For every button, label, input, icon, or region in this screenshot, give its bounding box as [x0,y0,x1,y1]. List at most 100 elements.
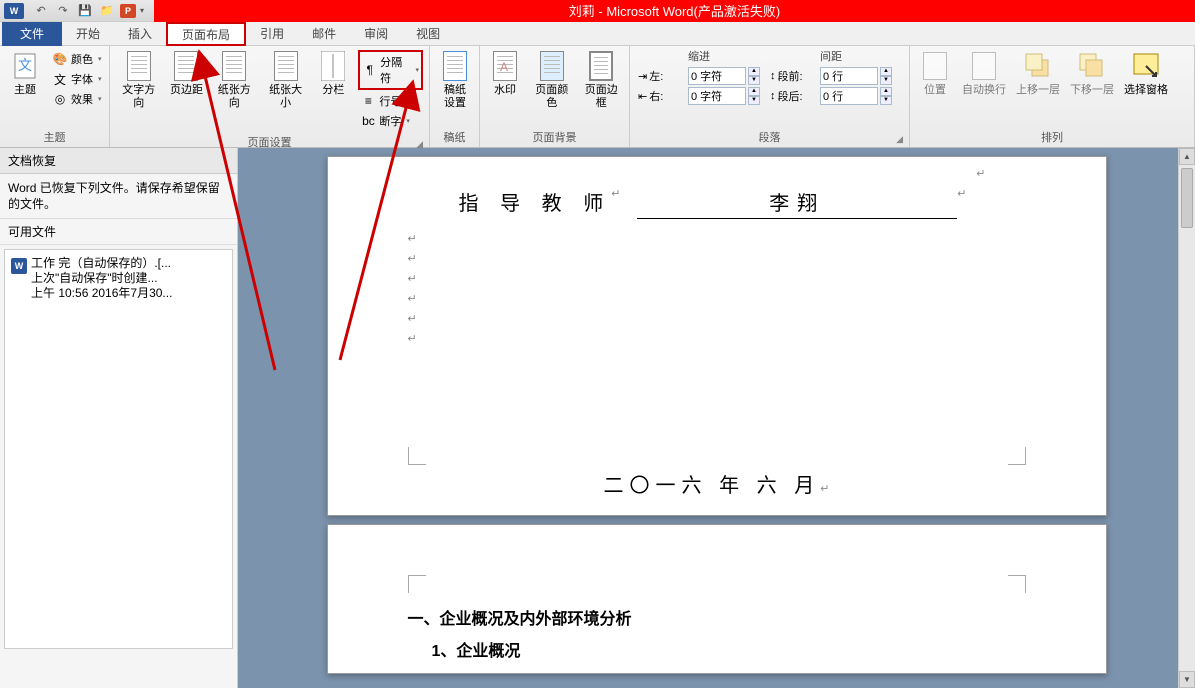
hyphenation-button[interactable]: bc断字▾ [358,112,423,130]
theme-effects-button[interactable]: ◎效果▾ [50,90,110,108]
theme-button[interactable]: 文 主题 [4,48,46,99]
save-button[interactable]: 💾 [76,2,94,20]
svg-text:文: 文 [18,57,32,73]
tab-view[interactable]: 视图 [402,22,454,46]
title-bar: W ↶ ↷ 💾 📁 P ▾ 刘莉 - Microsoft Word(产品激活失败… [0,0,1195,22]
document-area[interactable]: ↵ 指 导 教 师 ↵ 李翔 ↵ ↵ ↵ ↵ ↵ ↵ ↵ 二〇一六 年 六 月↵ [238,148,1195,688]
text-direction-icon [123,50,155,82]
group-paper: 稿纸 设置 稿纸 [430,46,480,147]
page2-heading2: 1、企业概况 [408,637,1026,661]
space-before-up[interactable]: ▲ [880,67,892,76]
document-page-1: ↵ 指 导 教 师 ↵ 李翔 ↵ ↵ ↵ ↵ ↵ ↵ ↵ 二〇一六 年 六 月↵ [327,156,1107,516]
theme-fonts-button[interactable]: 文字体▾ [50,70,110,88]
theme-colors-button[interactable]: 🎨颜色▾ [50,50,110,68]
hyphenation-icon: bc [360,113,376,129]
indent-left-input[interactable] [688,67,746,85]
word-app-icon: W [4,3,24,19]
group-paragraph: 缩进 ⇥左:▲▼ ⇤右:▲▼ 间距 ↕段前:▲▼ ↕段后:▲▼ 段落◢ [630,46,910,147]
selection-pane-icon [1130,50,1162,82]
scroll-up-button[interactable]: ▲ [1179,148,1195,165]
ribbon: 文 主题 🎨颜色▾ 文字体▾ ◎效果▾ 主题 文字方向 页边距 纸张方向 纸张大… [0,46,1195,148]
space-after-icon: ↕ [770,90,776,102]
group-arrange-label: 排列 [914,127,1190,147]
word-file-icon: W [11,258,27,274]
document-date: 二〇一六 年 六 月↵ [388,469,1046,498]
line-numbers-icon: ≡ [360,93,376,109]
tab-page-layout[interactable]: 页面布局 [166,22,246,46]
page-color-button[interactable]: 页面颜色 [528,48,576,112]
columns-button[interactable]: 分栏 [312,48,354,99]
selection-pane-button[interactable]: 选择窗格 [1120,48,1172,99]
forward-icon [1022,50,1054,82]
margin-corner-tr [1008,575,1026,593]
breaks-button[interactable]: ¶分隔符▾ [358,50,423,90]
position-button[interactable]: 位置 [914,48,956,99]
tab-references[interactable]: 引用 [246,22,298,46]
wrap-icon [968,50,1000,82]
vertical-scrollbar[interactable]: ▲ ▼ [1178,148,1195,688]
main-area: 文档恢复 Word 已恢复下列文件。请保存希望保留的文件。 可用文件 W 工作 … [0,148,1195,688]
space-after-up[interactable]: ▲ [880,87,892,96]
window-title: 刘莉 - Microsoft Word(产品激活失败) [154,0,1195,22]
send-backward-button[interactable]: 下移一层 [1066,48,1118,99]
text-direction-button[interactable]: 文字方向 [114,48,163,112]
space-before-icon: ↕ [770,70,776,82]
margin-corner-bl [408,447,426,465]
redo-button[interactable]: ↷ [54,2,72,20]
group-background: A水印 页面颜色 页面边框 页面背景 [480,46,630,147]
theme-icon: 文 [9,50,41,82]
open-button[interactable]: 📁 [98,2,116,20]
margin-corner-tl [408,575,426,593]
paper-icon [439,50,471,82]
recovery-list: W 工作 完（自动保存的）.[... 上次"自动保存"时创建... 上午 10:… [4,249,233,649]
group-theme-label: 主题 [4,127,105,147]
page-border-icon [585,50,617,82]
position-icon [919,50,951,82]
indent-right-input[interactable] [688,87,746,105]
tab-file[interactable]: 文件 [2,22,62,46]
page-color-icon [536,50,568,82]
breaks-icon: ¶ [362,62,377,78]
tab-review[interactable]: 审阅 [350,22,402,46]
page2-heading1: 一、企业概况及内外部环境分析 [408,605,1026,629]
group-background-label: 页面背景 [484,127,625,147]
space-after-down[interactable]: ▼ [880,96,892,105]
indent-left-down[interactable]: ▼ [748,76,760,85]
fonts-icon: 文 [52,71,68,87]
wrap-text-button[interactable]: 自动换行 [958,48,1010,99]
line-numbers-button[interactable]: ≡行号▾ [358,92,423,110]
paragraph-launcher[interactable]: ◢ [896,134,903,145]
page-border-button[interactable]: 页面边框 [578,48,626,112]
recovery-item-line3: 上午 10:56 2016年7月30... [31,286,172,301]
recovery-item[interactable]: W 工作 完（自动保存的）.[... 上次"自动保存"时创建... 上午 10:… [9,254,228,303]
indent-right-down[interactable]: ▼ [748,96,760,105]
scroll-down-button[interactable]: ▼ [1179,671,1195,688]
tab-insert[interactable]: 插入 [114,22,166,46]
watermark-icon: A [489,50,521,82]
effects-icon: ◎ [52,91,68,107]
space-before-down[interactable]: ▼ [880,76,892,85]
undo-button[interactable]: ↶ [32,2,50,20]
group-theme: 文 主题 🎨颜色▾ 文字体▾ ◎效果▾ 主题 [0,46,110,147]
space-after-input[interactable] [820,87,878,105]
orientation-button[interactable]: 纸张方向 [209,48,258,112]
space-before-input[interactable] [820,67,878,85]
recovery-message: Word 已恢复下列文件。请保存希望保留的文件。 [0,174,237,218]
columns-icon [317,50,349,82]
qat-dropdown[interactable]: ▾ [140,6,150,15]
watermark-button[interactable]: A水印 [484,48,526,99]
margins-button[interactable]: 页边距 [165,48,207,99]
scroll-thumb[interactable] [1181,168,1193,228]
group-paper-label: 稿纸 [434,127,475,147]
teacher-name: 李翔 [637,187,957,219]
group-arrange: 位置 自动换行 上移一层 下移一层 选择窗格 排列 [910,46,1195,147]
indent-right-up[interactable]: ▲ [748,87,760,96]
bring-forward-button[interactable]: 上移一层 [1012,48,1064,99]
indent-left-up[interactable]: ▲ [748,67,760,76]
paper-settings-button[interactable]: 稿纸 设置 [434,48,476,112]
tab-home[interactable]: 开始 [62,22,114,46]
tab-mailings[interactable]: 邮件 [298,22,350,46]
powerpoint-icon[interactable]: P [120,4,136,18]
ribbon-tabs: 文件 开始 插入 页面布局 引用 邮件 审阅 视图 [0,22,1195,46]
paper-size-button[interactable]: 纸张大小 [261,48,310,112]
